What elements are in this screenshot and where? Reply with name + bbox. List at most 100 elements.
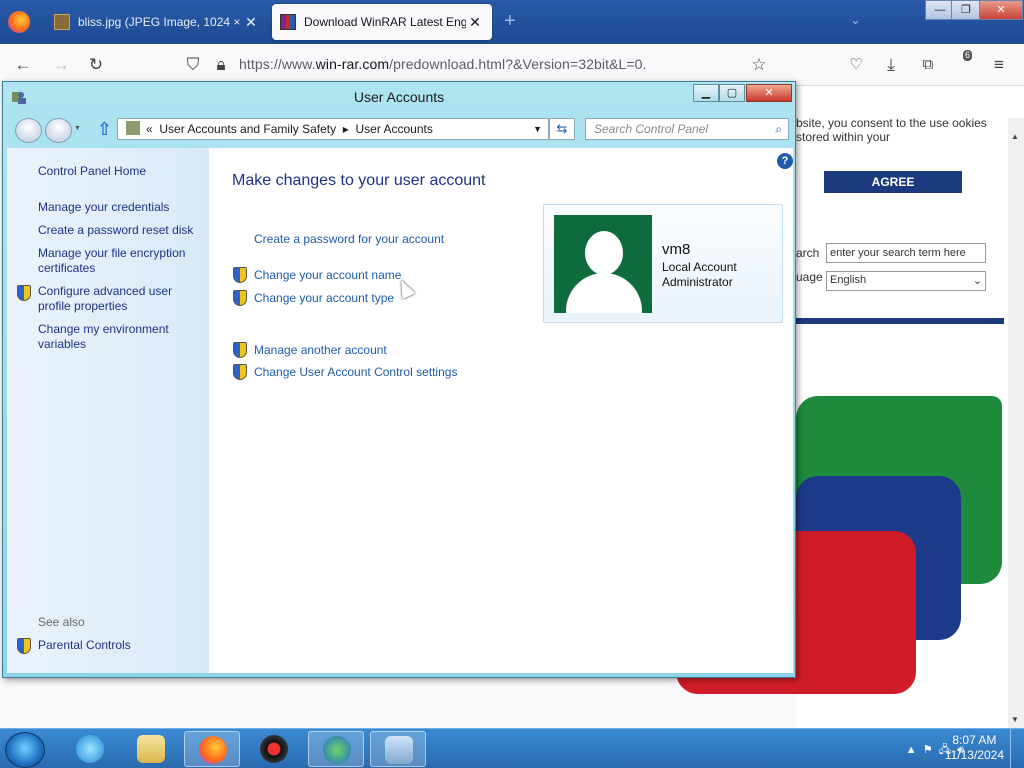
search-input[interactable]: Search Control Panel ⌕ — [585, 118, 789, 140]
help-icon[interactable]: ? — [777, 153, 793, 169]
background-webpage: bsite, you consent to the use ookies sto… — [676, 86, 1024, 728]
maximize-button[interactable]: ❐ — [951, 0, 981, 20]
reload-icon[interactable]: ↻ — [85, 54, 107, 76]
site-search-input[interactable] — [826, 243, 986, 263]
start-button[interactable] — [5, 732, 45, 768]
window-title: User Accounts — [353, 89, 445, 105]
taskbar-winrar-setup[interactable] — [308, 731, 364, 767]
url-domain: win-rar.com — [315, 56, 390, 72]
chevron-down-icon: ⌄ — [972, 275, 982, 287]
create-password-link[interactable]: Create a password for your account — [254, 232, 444, 246]
forward-button[interactable] — [45, 118, 72, 143]
back-icon[interactable]: ← — [12, 54, 34, 76]
bookmark-star-icon[interactable]: ☆ — [748, 54, 770, 76]
search-placeholder: Search Control Panel — [594, 122, 709, 136]
breadcrumb-arrow[interactable]: ▸ — [343, 122, 349, 136]
sidebar-item-advanced-profile[interactable]: Configure advanced user profile properti… — [38, 284, 203, 314]
list-all-tabs-icon[interactable]: ⌄ — [850, 12, 861, 28]
breadcrumb-user-accounts[interactable]: User Accounts — [355, 122, 432, 136]
taskbar-file-explorer[interactable] — [123, 731, 179, 767]
page-title: Make changes to your user account — [232, 172, 486, 189]
control-panel-home-link[interactable]: Control Panel Home — [38, 164, 203, 179]
address-toolbar: ▼ ⇧ « User Accounts and Family Safety ▸ … — [3, 114, 795, 146]
show-desktop-button[interactable] — [1010, 729, 1024, 768]
firefox-icon[interactable] — [8, 11, 30, 33]
forward-icon[interactable]: → — [50, 54, 72, 76]
language-value: English — [830, 274, 867, 286]
url-bar[interactable]: https://www.win-rar.com/predownload.html… — [239, 56, 647, 72]
change-account-name-link[interactable]: Change your account name — [254, 268, 401, 282]
downloads-icon[interactable]: ⤓ — [880, 54, 902, 76]
refresh-icon[interactable]: ⇆ — [549, 118, 575, 140]
back-button[interactable] — [15, 118, 42, 143]
recorder-icon — [260, 735, 288, 763]
extension-badge: 6 — [963, 50, 973, 61]
up-arrow-icon[interactable]: ⇧ — [97, 119, 112, 140]
browser-nav-bar: ← → ↻ ⛉ 🔒︎ https://www.win-rar.com/predo… — [0, 44, 1024, 118]
image-favicon-icon — [54, 14, 70, 30]
taskbar-recorder[interactable] — [246, 731, 302, 767]
lock-icon[interactable]: 🔒︎ — [210, 54, 232, 76]
tracking-shield-icon[interactable]: ⛉ — [182, 54, 204, 76]
agree-button[interactable]: AGREE — [824, 171, 962, 193]
change-account-type-link[interactable]: Change your account type — [254, 291, 394, 305]
sidebar: Control Panel Home Manage your credentia… — [7, 148, 209, 673]
new-tab-icon[interactable]: + — [504, 10, 516, 33]
minimize-button[interactable]: ▁ — [693, 84, 719, 102]
uac-shield-icon — [233, 267, 247, 283]
account-type: Local Account — [662, 260, 737, 274]
uac-shield-icon — [233, 364, 247, 380]
scroll-up-icon[interactable]: ▲ — [1011, 132, 1019, 141]
tab-bliss-image[interactable]: bliss.jpg (JPEG Image, 1024 × 76 ✕ — [46, 4, 268, 40]
account-card: vm8 Local Account Administrator — [543, 204, 783, 323]
control-panel-icon — [126, 121, 140, 135]
sidebar-item-encryption[interactable]: Manage your file encryption certificates — [38, 246, 203, 276]
breadcrumb-family-safety[interactable]: User Accounts and Family Safety — [159, 122, 336, 136]
clock[interactable]: 8:07 AM 11/13/2024 — [945, 733, 1004, 763]
sidebar-item-password-reset[interactable]: Create a password reset disk — [38, 223, 203, 238]
taskbar-firefox[interactable] — [184, 731, 240, 767]
close-tab-icon[interactable]: ✕ — [242, 14, 260, 31]
maximize-button[interactable]: ▢ — [719, 84, 745, 102]
url-prefix: https://www. — [239, 56, 316, 72]
close-window-button[interactable]: ✕ — [979, 0, 1023, 20]
tab-label: bliss.jpg (JPEG Image, 1024 × 76 — [78, 15, 242, 29]
taskbar-internet-explorer[interactable] — [62, 731, 118, 767]
close-button[interactable]: ✕ — [746, 84, 792, 102]
browser-tab-strip: bliss.jpg (JPEG Image, 1024 × 76 ✕ Downl… — [0, 0, 1024, 44]
clock-time: 8:07 AM — [952, 733, 997, 747]
window-content: Control Panel Home Manage your credentia… — [7, 148, 793, 673]
tab-winrar[interactable]: Download WinRAR Latest Englis ✕ — [272, 4, 492, 40]
breadcrumb-separator: « — [146, 122, 153, 136]
sidebar-item-credentials[interactable]: Manage your credentials — [38, 200, 203, 215]
recent-pages-icon[interactable]: ▼ — [74, 125, 81, 132]
clock-date: 11/13/2024 — [944, 748, 1004, 762]
parental-controls-link[interactable]: Parental Controls — [38, 638, 203, 653]
taskbar-control-panel[interactable] — [370, 731, 426, 767]
uac-shield-icon — [17, 285, 31, 301]
control-panel-icon — [385, 736, 413, 764]
folder-icon — [137, 735, 165, 763]
uac-shield-icon — [17, 638, 31, 654]
sidebar-item-environment[interactable]: Change my environment variables — [38, 322, 203, 352]
language-label: uage — [796, 270, 823, 284]
pocket-icon[interactable]: ♡ — [845, 54, 867, 76]
extensions-icon[interactable]: ⧉ — [917, 54, 939, 76]
address-bar[interactable]: « User Accounts and Family Safety ▸ User… — [117, 118, 549, 140]
language-select[interactable]: English ⌄ — [826, 271, 986, 291]
header-band — [796, 318, 1004, 324]
chevron-down-icon[interactable]: ▼ — [533, 119, 542, 139]
page-scrollbar[interactable]: ▲ ▼ — [1008, 118, 1024, 728]
uac-settings-link[interactable]: Change User Account Control settings — [254, 365, 457, 379]
account-role: Administrator — [662, 275, 733, 289]
search-icon[interactable]: ⌕ — [775, 119, 782, 139]
close-tab-icon[interactable]: ✕ — [466, 14, 484, 31]
taskbar: ▲ ⚑ 🖧 🔊︎ 8:07 AM 11/13/2024 — [0, 728, 1024, 768]
see-also-heading: See also — [38, 615, 85, 629]
menu-icon[interactable]: ≡ — [988, 54, 1010, 76]
scroll-down-icon[interactable]: ▼ — [1011, 715, 1019, 724]
installer-icon — [323, 736, 351, 764]
manage-another-account-link[interactable]: Manage another account — [254, 343, 387, 357]
account-name: vm8 — [662, 241, 691, 258]
user-avatar-icon[interactable] — [554, 215, 652, 313]
